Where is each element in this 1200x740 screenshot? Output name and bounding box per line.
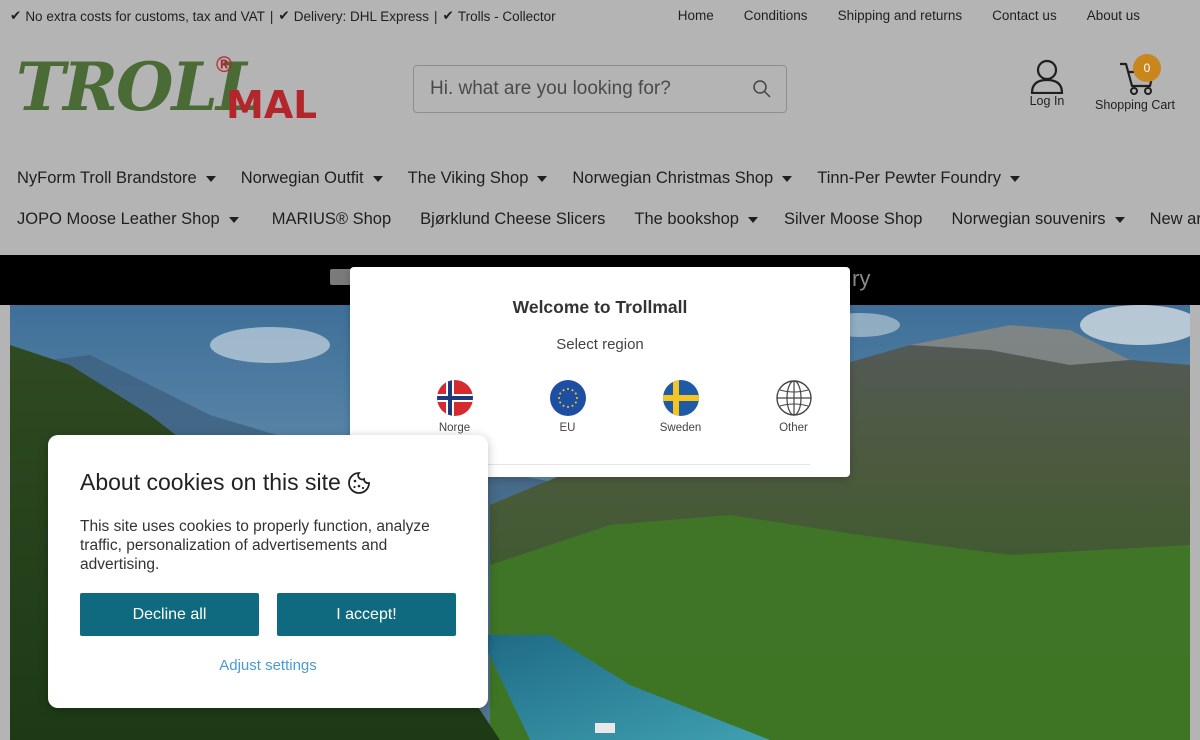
main-nav-row-1: NyForm Troll Brandstore Norwegian Outfit… (17, 169, 1187, 188)
norway-flag-icon (436, 380, 473, 416)
nav-label: Bjørklund Cheese Slicers (420, 210, 606, 228)
nav-label: MARIUS® Shop (271, 210, 392, 228)
cart-label: Shopping Cart (1095, 98, 1175, 112)
caret-down-icon (1009, 175, 1020, 182)
nav-label: Norwegian souvenirs (951, 210, 1106, 228)
check-icon: ✔ (278, 8, 290, 23)
region-label: Sweden (659, 422, 702, 434)
separator: | (434, 8, 438, 24)
nav-label: Tinn-Per Pewter Foundry (817, 169, 1001, 187)
nav-label: Silver Moose Shop (783, 210, 923, 228)
caret-down-icon (537, 175, 548, 182)
accept-button[interactable]: I accept! (277, 593, 456, 636)
region-options: Norge EU Sweden Other (398, 380, 850, 434)
region-modal-title: Welcome to Trollmall (512, 297, 688, 317)
cart-button[interactable]: 0 Shopping Cart (1090, 54, 1180, 118)
caret-down-icon (747, 216, 758, 223)
cart-count-badge: 0 (1133, 54, 1161, 82)
region-option-eu[interactable]: EU (511, 380, 624, 434)
check-icon: ✔ (442, 8, 454, 23)
nav-label: The Viking Shop (407, 169, 529, 187)
adjust-settings-link[interactable]: Adjust settings (48, 657, 488, 674)
cookie-dialog-body: This site uses cookies to properly funct… (80, 518, 430, 573)
nav-item-jopo[interactable]: JOPO Moose Leather Shop (17, 210, 239, 229)
link-home[interactable]: Home (678, 8, 714, 23)
usp-item: Trolls - Collector (457, 8, 556, 24)
nav-label: JOPO Moose Leather Shop (17, 210, 220, 228)
region-option-other[interactable]: Other (737, 380, 850, 434)
nav-item-souvenirs[interactable]: Norwegian souvenirs (951, 210, 1125, 229)
globe-icon (775, 380, 812, 416)
top-bar: ✔ No extra costs for customs, tax and VA… (0, 0, 1200, 34)
eu-flag-icon (549, 380, 586, 416)
login-button[interactable]: Log In (1022, 58, 1072, 118)
region-label: Other (779, 422, 808, 434)
usp-list: ✔ No extra costs for customs, tax and VA… (10, 8, 556, 24)
logo-mall: MALL (226, 83, 316, 125)
nav-label: Norwegian Christmas Shop (572, 169, 774, 187)
region-label: Norge (438, 422, 471, 434)
nav-label: Norwegian Outfit (240, 169, 364, 187)
usp-item: No extra costs for customs, tax and VAT (25, 8, 265, 24)
search-icon[interactable] (752, 79, 772, 99)
nav-item-norwegian-outfit[interactable]: Norwegian Outfit (241, 169, 383, 188)
sweden-flag-icon (662, 380, 699, 416)
caret-down-icon (782, 175, 793, 182)
cookie-title-text: About cookies on this site (80, 469, 341, 495)
site-logo[interactable]: TROLL ® MALL (16, 40, 342, 127)
logo-registered: ® (216, 52, 232, 77)
nav-item-bookshop[interactable]: The bookshop (634, 210, 758, 229)
usp-item: Delivery: DHL Express (293, 8, 430, 24)
link-contact[interactable]: Contact us (992, 8, 1057, 23)
nav-label: NyForm Troll Brandstore (17, 169, 197, 187)
search-box (413, 65, 787, 113)
region-option-norge[interactable]: Norge (398, 380, 511, 434)
login-label: Log In (1029, 94, 1065, 108)
check-icon: ✔ (10, 8, 22, 23)
cookie-icon (347, 471, 370, 494)
envelope-icon (330, 269, 352, 285)
cookie-consent-dialog: About cookies on this site This site use… (48, 435, 488, 708)
caret-down-icon (228, 216, 239, 223)
link-shipping[interactable]: Shipping and returns (838, 8, 963, 23)
nav-item-christmas-shop[interactable]: Norwegian Christmas Shop (572, 169, 793, 188)
nav-item-viking-shop[interactable]: The Viking Shop (408, 169, 548, 188)
region-modal-subtitle: Select region (556, 336, 644, 353)
nav-item-nyform[interactable]: NyForm Troll Brandstore (17, 169, 216, 188)
nav-label: New arrivals (1149, 210, 1200, 228)
nav-item-silver-moose[interactable]: Silver Moose Shop (784, 210, 923, 229)
main-nav-row-2: JOPO Moose Leather Shop MARIUS® Shop Bjø… (17, 210, 1200, 229)
search-input[interactable] (414, 66, 734, 112)
nav-item-marius[interactable]: MARIUS® Shop (272, 210, 391, 229)
link-conditions[interactable]: Conditions (744, 8, 808, 23)
caret-down-icon (1114, 216, 1125, 223)
decline-all-button[interactable]: Decline all (80, 593, 259, 636)
nav-item-bjorklund[interactable]: Bjørklund Cheese Slicers (420, 210, 605, 229)
nav-item-tinn-per[interactable]: Tinn-Per Pewter Foundry (817, 169, 1020, 188)
cookie-dialog-title: About cookies on this site (80, 469, 371, 496)
link-about[interactable]: About us (1087, 8, 1140, 23)
strip-text-tail: ry (852, 266, 871, 291)
user-icon (1030, 59, 1064, 94)
top-links: Home Conditions Shipping and returns Con… (678, 8, 1140, 23)
region-option-sweden[interactable]: Sweden (624, 380, 737, 434)
region-label: EU (559, 422, 576, 434)
caret-down-icon (205, 175, 216, 182)
nav-label: The bookshop (634, 210, 739, 228)
caret-down-icon (372, 175, 383, 182)
nav-item-new-arrivals[interactable]: New arrivals (1150, 210, 1200, 229)
separator: | (269, 8, 274, 24)
